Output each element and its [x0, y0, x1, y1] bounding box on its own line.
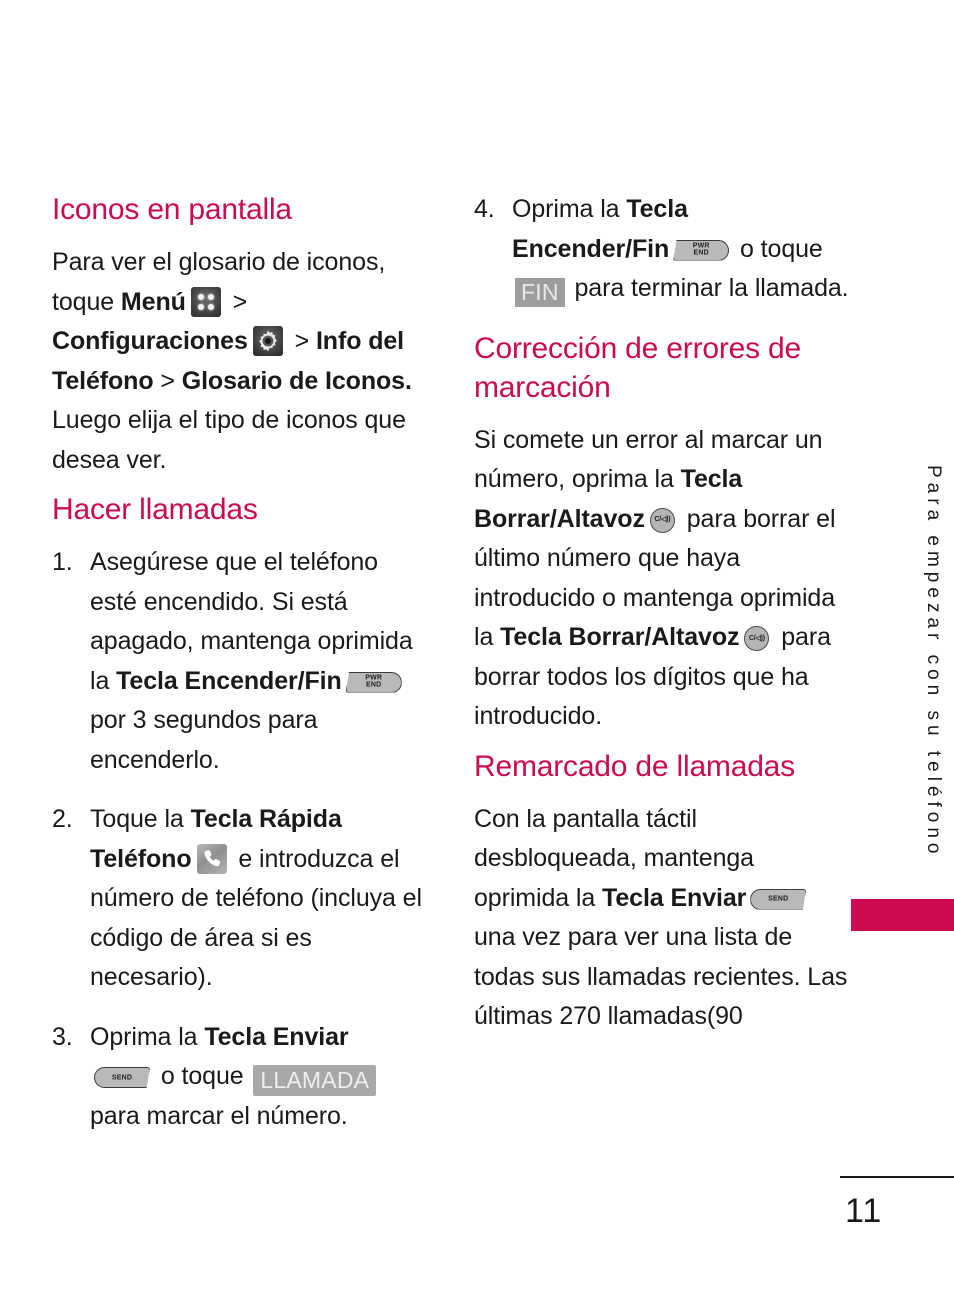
text-fragment: Oprima la	[512, 195, 627, 223]
text-fragment: una vez para ver una lista de todas sus …	[474, 923, 848, 1030]
text-fragment: para terminar la llamada.	[567, 274, 849, 302]
left-column: Iconos en pantalla Para ver el glosario …	[52, 190, 427, 1156]
text-fragment: por 3 segundos para encenderlo.	[90, 706, 318, 774]
bold-glosario-de-iconos: Glosario de Iconos.	[181, 366, 412, 395]
bold-tecla-enviar: Tecla Enviar	[602, 883, 747, 912]
manual-page: Iconos en pantalla Para ver el glosario …	[0, 0, 954, 1291]
footer-divider	[840, 1176, 954, 1178]
key-label: C/◁))	[654, 516, 671, 524]
text-fragment: >	[153, 366, 182, 395]
list-item: 2. Toque la Tecla Rápida Teléfono e intro…	[52, 800, 427, 998]
text-fragment: para marcar el número.	[90, 1101, 348, 1130]
text-fragment: Toque la	[90, 805, 191, 833]
bold-configuraciones: Configuraciones	[52, 327, 248, 355]
section-title-hacer-llamadas: Hacer llamadas	[52, 493, 258, 526]
gear-icon	[252, 326, 283, 356]
step-number: 2.	[52, 805, 73, 833]
key-label-line2: END	[366, 682, 382, 689]
key-label: SEND	[111, 1073, 133, 1081]
send-key-icon: SEND	[750, 888, 807, 910]
paragraph-correccion-de-errores: Si comete un error al marcar un número, …	[474, 421, 849, 737]
key-label-line1: PWR	[365, 674, 383, 682]
pwr-end-key-icon: PWR END	[673, 239, 730, 261]
paragraph-iconos-en-pantalla: Para ver el glosario de iconos, toque Me…	[52, 243, 427, 480]
text-fragment: >	[287, 327, 316, 355]
text-fragment: o toque	[733, 234, 823, 263]
list-item: 4. Oprima la Tecla Encender/Fin PWR END o t…	[474, 190, 849, 309]
text-fragment: Luego elija el tipo de iconos que desea …	[52, 406, 406, 474]
bold-tecla-enviar: Tecla Enviar	[204, 1022, 349, 1051]
page-number: 11	[845, 1192, 883, 1230]
side-tab-color-block	[851, 899, 954, 931]
list-item: 1. Asegúrese que el teléfono esté encendi…	[52, 543, 427, 780]
step-number: 4.	[474, 195, 495, 223]
step-number: 1.	[52, 548, 73, 576]
phone-handset-icon	[196, 843, 227, 874]
key-label: SEND	[768, 895, 789, 903]
steps-hacer-llamadas: 1. Asegúrese que el teléfono esté encendi…	[52, 543, 427, 1136]
list-item: 3. Oprima la Tecla Enviar SEND o toque LLA…	[52, 1018, 427, 1137]
text-fragment: Oprima la	[90, 1022, 205, 1051]
key-label-line2: END	[693, 250, 709, 257]
softkey-fin: FIN	[515, 278, 565, 308]
bold-tecla-borrar-altavoz-2: Tecla Borrar/Altavoz	[500, 623, 740, 651]
clear-speaker-key-icon-2: C/◁))	[744, 626, 770, 651]
step-number: 3.	[52, 1022, 73, 1051]
text-fragment: o toque	[154, 1062, 251, 1090]
text-fragment: >	[225, 287, 248, 316]
section-title-correccion-de-errores: Corrección de errores de marcación	[474, 331, 802, 404]
key-label: C/◁))	[748, 634, 765, 642]
send-key-icon: SEND	[94, 1067, 150, 1088]
bold-menu: Menú	[120, 287, 186, 316]
text-fragment: Si comete un error al marcar un número, …	[474, 425, 823, 494]
paragraph-remarcado-de-llamadas: Con la pantalla táctil desbloqueada, man…	[474, 800, 849, 1037]
key-label-line1: PWR	[692, 242, 710, 250]
clear-speaker-key-icon: C/◁))	[649, 507, 675, 533]
section-title-remarcado-de-llamadas: Remarcado de llamadas	[474, 749, 795, 783]
side-tab-label: Para empezar con su teléfono	[923, 465, 944, 859]
softkey-llamada: LLAMADA	[253, 1065, 377, 1097]
bold-tecla-encender-fin: Tecla Encender/Fin	[116, 666, 342, 695]
steps-continued: 4. Oprima la Tecla Encender/Fin PWR END o t…	[474, 190, 849, 309]
pwr-end-key-icon: PWR END	[345, 671, 402, 693]
menu-grid-icon	[190, 286, 221, 317]
section-title-iconos-en-pantalla: Iconos en pantalla	[52, 193, 292, 226]
right-column: 4. Oprima la Tecla Encender/Fin PWR END o t…	[474, 190, 849, 1047]
